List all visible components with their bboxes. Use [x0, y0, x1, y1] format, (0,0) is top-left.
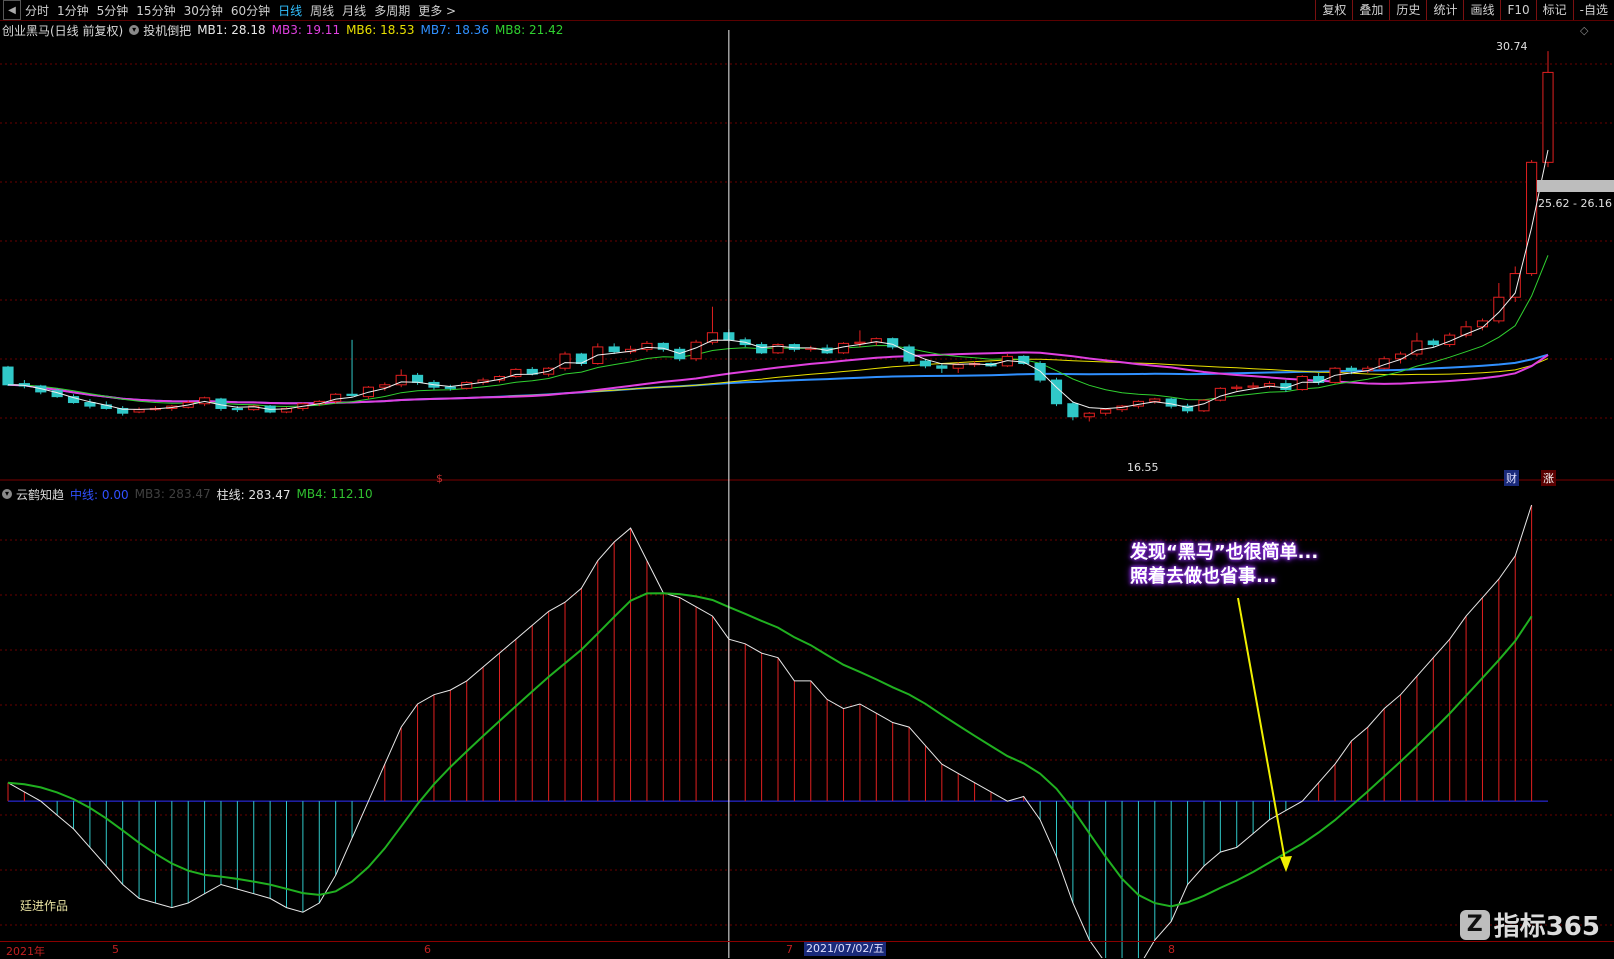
settings-circle-icon[interactable]: ▾ — [129, 25, 140, 35]
author-label: 廷进作品 — [20, 899, 69, 913]
candle-body — [1231, 386, 1243, 389]
candle-body — [559, 353, 571, 369]
candle-body — [411, 374, 424, 383]
low-price-label: 16.55 — [1127, 461, 1159, 474]
finance-badge[interactable]: 财 — [1504, 470, 1519, 486]
date-axis-label: 8 — [1168, 943, 1175, 956]
legend-mb6: MB6: 18.53 — [346, 23, 415, 37]
candle-body — [1083, 412, 1095, 418]
watermark: Z 指标365 — [1459, 906, 1600, 943]
settings-circle-icon[interactable]: ▾ — [2, 489, 12, 499]
candle-body — [1345, 367, 1357, 372]
annotation-line-2: 照着去做也省事... — [1130, 566, 1277, 587]
sub-chart-legend: ▾ 云鹤知趋 中线: 0.00 MB3: 283.47 柱线: 283.47 M… — [2, 486, 379, 502]
legend-sub-mb3: MB3: 283.47 — [134, 487, 211, 501]
z-logo-icon: Z — [1459, 909, 1490, 940]
candle-body — [1149, 398, 1161, 402]
candle-body — [84, 402, 96, 407]
legend-midline: 中线: 0.00 — [70, 487, 129, 502]
ma-line-green — [7, 255, 1549, 408]
candle-body — [1263, 383, 1276, 387]
candle-body — [199, 397, 211, 405]
candle-body — [1493, 296, 1505, 322]
legend-mb8: MB8: 21.42 — [494, 23, 564, 37]
candle-body — [854, 341, 866, 344]
candle-body — [674, 348, 686, 360]
price-range-label: 25.62 - 26.16 — [1538, 197, 1612, 210]
rise-badge[interactable]: 涨 — [1541, 470, 1556, 486]
candle-body — [1100, 409, 1112, 414]
annotation-line-1: 发现“黑马”也很简单... — [1130, 542, 1319, 563]
candle-body — [1427, 340, 1439, 346]
main-chart-legend: 创业黑马(日线 前复权) ▾ 投机倒把 MB1: 28.18 MB3: 19.1… — [2, 22, 569, 38]
candle-body — [1247, 385, 1259, 388]
annotation-text: 发现“黑马”也很简单... 照着去做也省事... — [1130, 541, 1318, 589]
candle-body — [1067, 403, 1079, 418]
date-axis-label: 5 — [112, 943, 119, 956]
cursor-date-label: 2021/07/02/五 — [804, 942, 887, 956]
candle-body — [952, 364, 964, 369]
candle-body — [608, 346, 620, 353]
price-range-box — [1537, 180, 1614, 192]
candle-body — [133, 409, 145, 413]
candle-body — [756, 344, 768, 354]
candle-body — [444, 386, 456, 389]
stock-title: 创业黑马(日线 前复权) — [2, 23, 124, 38]
candle-body — [936, 365, 948, 369]
candle-body — [1394, 353, 1407, 360]
candle-body — [575, 353, 587, 364]
candle-body — [1214, 387, 1226, 401]
candle-body — [1542, 71, 1554, 163]
candle-body — [2, 366, 14, 386]
diamond-icon[interactable]: ◇ — [1580, 24, 1588, 37]
mb1-line-white — [7, 149, 1549, 410]
candle-body — [346, 393, 358, 396]
candle-body — [1313, 376, 1325, 383]
watermark-text: 指标365 — [1493, 912, 1600, 942]
legend-bar: 柱线: 283.47 — [216, 487, 291, 502]
candle-body — [231, 407, 243, 411]
date-axis-label: 2021年 — [6, 945, 45, 958]
candle-body — [690, 341, 702, 360]
legend-sub-mb4: MB4: 112.10 — [296, 487, 373, 501]
indicator-name[interactable]: 投机倒把 — [143, 22, 191, 39]
date-axis-label: 6 — [424, 943, 431, 956]
candle-body — [919, 360, 932, 367]
legend-mb1: MB1: 28.18 — [197, 23, 266, 37]
sub-indicator-name[interactable]: 云鹤知趋 — [16, 486, 64, 503]
dollar-marker: $ — [436, 472, 443, 485]
date-axis-label: 7 — [786, 943, 793, 956]
candle-body — [1526, 161, 1538, 275]
legend-mb3: MB3: 19.11 — [271, 23, 341, 37]
legend-mb7: MB7: 18.36 — [420, 23, 489, 37]
kline-chart[interactable] — [0, 0, 1614, 958]
high-price-label: 30.74 — [1496, 40, 1528, 53]
sub-signal-line — [7, 592, 1533, 908]
